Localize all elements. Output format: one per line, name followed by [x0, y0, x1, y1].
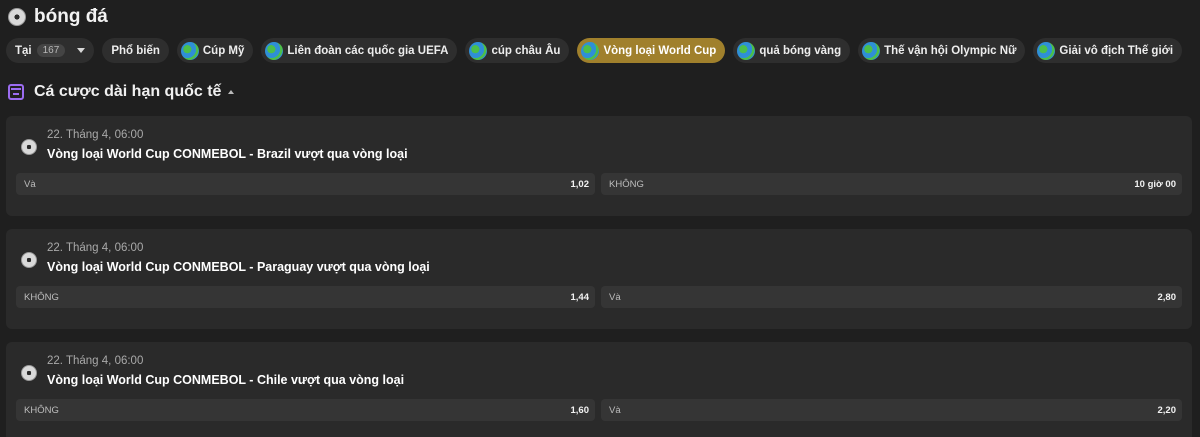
globe-icon: [1037, 41, 1056, 60]
event-title[interactable]: Vòng loại World Cup CONMEBOL - Chile vượ…: [47, 373, 404, 387]
event-card: 22. Tháng 4, 06:00 Vòng loại World Cup C…: [6, 116, 1192, 216]
page-header: bóng đá: [8, 4, 108, 30]
filter-chip-league[interactable]: Cúp Mỹ: [176, 38, 254, 63]
filter-chip-label: cúp châu Âu: [491, 44, 561, 57]
filter-chip-label: Phổ biến: [111, 44, 160, 57]
soccer-ball-icon: [21, 365, 37, 381]
caret-up-icon: [228, 90, 235, 94]
odds-label: KHÔNG: [24, 404, 59, 416]
filter-chip-league[interactable]: Liên đoàn các quốc gia UEFA: [261, 38, 458, 63]
odds-value: 1,02: [570, 178, 590, 190]
filter-chip-label: Giải vô địch Thế giới: [1059, 44, 1174, 57]
filter-chip-league[interactable]: cúp châu Âu: [465, 38, 570, 63]
filter-chip-league[interactable]: Giải vô địch Thế giới: [1033, 38, 1183, 63]
event-date: 22. Tháng 4, 06:00: [47, 355, 144, 367]
filter-chip-popular[interactable]: Phổ biến: [102, 38, 169, 63]
filter-chip-label: Liên đoàn các quốc gia UEFA: [287, 44, 449, 57]
section-header[interactable]: Cá cược dài hạn quốc tế: [8, 82, 235, 102]
filter-bar: Tại 167 Phổ biến Cúp Mỹ Liên đoàn các qu…: [6, 38, 1190, 63]
calendar-icon: [8, 84, 24, 100]
live-count-badge: 167: [36, 44, 66, 57]
filter-chip-label: quả bóng vàng: [759, 44, 842, 57]
odds-button[interactable]: KHÔNG 1,60: [16, 399, 595, 421]
odds-label: Và: [609, 404, 621, 416]
soccer-ball-icon: [21, 252, 37, 268]
event-card: 22. Tháng 4, 06:00 Vòng loại World Cup C…: [6, 229, 1192, 329]
odds-value: 2,20: [1157, 404, 1177, 416]
filter-chip-league-active[interactable]: Vòng loại World Cup: [577, 38, 726, 63]
odds-label: KHÔNG: [609, 178, 644, 190]
filter-chip-league[interactable]: quả bóng vàng: [733, 38, 851, 63]
event-date: 22. Tháng 4, 06:00: [47, 129, 144, 141]
globe-icon: [737, 41, 756, 60]
odds-button[interactable]: Và 2,80: [601, 286, 1182, 308]
soccer-ball-icon: [21, 139, 37, 155]
globe-icon: [180, 41, 199, 60]
odds-value: 1,60: [570, 404, 590, 416]
odds-value: 1,44: [570, 291, 590, 303]
odds-label: Và: [609, 291, 621, 303]
odds-value: 2,80: [1157, 291, 1177, 303]
filter-chip-label: Cúp Mỹ: [202, 44, 245, 57]
filter-chip-league[interactable]: Thế vận hội Olympic Nữ: [858, 38, 1026, 63]
globe-icon: [581, 41, 600, 60]
odds-button[interactable]: Và 2,20: [601, 399, 1182, 421]
globe-icon: [265, 41, 284, 60]
event-title[interactable]: Vòng loại World Cup CONMEBOL - Brazil vư…: [47, 147, 408, 161]
live-filter-dropdown[interactable]: Tại 167: [6, 38, 95, 63]
section-title: Cá cược dài hạn quốc tế: [34, 83, 222, 100]
chevron-down-icon: [77, 48, 86, 53]
odds-value: 10 giờ 00: [1134, 178, 1176, 190]
odds-label: KHÔNG: [24, 291, 59, 303]
globe-icon: [469, 41, 488, 60]
event-title[interactable]: Vòng loại World Cup CONMEBOL - Paraguay …: [47, 260, 430, 274]
odds-button[interactable]: KHÔNG 1,44: [16, 286, 595, 308]
event-date: 22. Tháng 4, 06:00: [47, 242, 144, 254]
live-filter-label: Tại: [15, 44, 32, 57]
event-card: 22. Tháng 4, 06:00 Vòng loại World Cup C…: [6, 342, 1192, 437]
filter-chip-label: Thế vận hội Olympic Nữ: [884, 44, 1017, 57]
filter-chip-label: Vòng loại World Cup: [603, 44, 717, 57]
odds-button[interactable]: Và 1,02: [16, 173, 595, 195]
globe-icon: [862, 41, 881, 60]
soccer-ball-icon: [8, 8, 26, 26]
odds-label: Và: [24, 178, 36, 190]
odds-button[interactable]: KHÔNG 10 giờ 00: [601, 173, 1182, 195]
page-title: bóng đá: [34, 6, 108, 27]
